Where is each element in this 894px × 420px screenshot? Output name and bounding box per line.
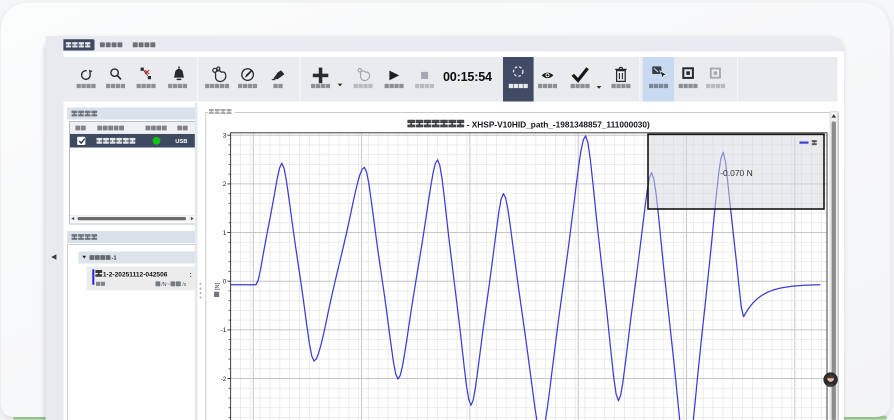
svg-text::: : xyxy=(190,272,192,279)
svg-text:-1: -1 xyxy=(112,256,118,262)
svg-text:1: 1 xyxy=(223,230,227,237)
svg-text:2: 2 xyxy=(223,181,227,188)
svg-text:00:15:54: 00:15:54 xyxy=(443,70,492,84)
svg-text:USB: USB xyxy=(175,139,187,145)
svg-text:[N]: [N] xyxy=(215,282,221,290)
svg-text:/s: /s xyxy=(182,282,186,288)
svg-text:-0.070 N: -0.070 N xyxy=(720,168,753,178)
svg-text:- XHSP-V10HID_path_-1981348857: - XHSP-V10HID_path_-1981348857_111000030… xyxy=(467,119,650,129)
svg-text:0: 0 xyxy=(223,279,227,286)
svg-text:-1: -1 xyxy=(221,327,227,334)
svg-text:1-2-20251112-042506: 1-2-20251112-042506 xyxy=(103,272,168,279)
svg-text:/N~: /N~ xyxy=(161,282,170,288)
svg-text:3: 3 xyxy=(223,133,227,140)
svg-text:-2: -2 xyxy=(221,376,227,383)
